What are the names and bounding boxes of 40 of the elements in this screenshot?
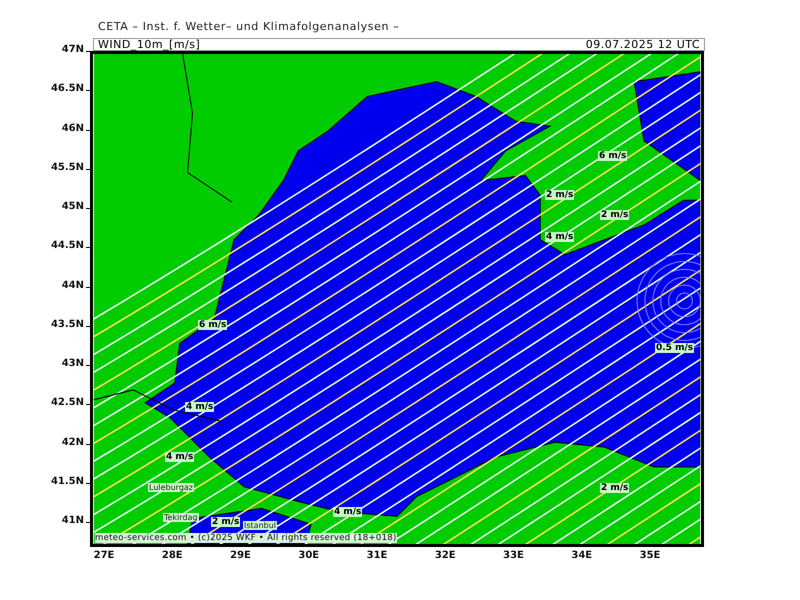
contour-label: 0.5 m/s xyxy=(655,343,694,353)
contour-label: 4 m/s xyxy=(165,452,194,462)
contour-label: 6 m/s xyxy=(598,151,628,161)
longitude-label: 35E xyxy=(640,550,660,561)
city-label: Luleburgaz xyxy=(148,483,194,492)
latitude-label: 45.5N xyxy=(50,162,84,173)
city-label: Tekirdag xyxy=(163,513,199,522)
contour-label: 4 m/s xyxy=(185,402,214,412)
latitude-label: 46N xyxy=(62,122,84,134)
longitude-label: 30E xyxy=(298,550,320,561)
contour-label: 4 m/s xyxy=(333,507,362,517)
latitude-label: 43.5N xyxy=(50,318,84,330)
city-label: Istanbul xyxy=(243,521,278,530)
longitude-label: 29E xyxy=(230,550,251,561)
contour-label: 2 m/s xyxy=(545,190,574,200)
longitude-label: 27E xyxy=(94,550,114,561)
longitude-label: 31E xyxy=(366,550,388,561)
latitude-label: 41N xyxy=(62,515,84,526)
latitude-label: 42N xyxy=(62,436,84,448)
longitude-label: 28E xyxy=(162,550,183,561)
longitude-label: 33E xyxy=(503,550,524,561)
latitude-label: 46.5N xyxy=(50,83,84,94)
chart-title: CETA – Inst. f. Wetter– und Klimafolgenanalysen – xyxy=(98,20,400,35)
latitude-label: 41.5N xyxy=(50,476,84,487)
contour-label: 2 m/s xyxy=(600,210,630,220)
valid-time: 09.07.2025 12 UTC xyxy=(586,39,700,50)
latitude-label: 44N xyxy=(62,280,84,290)
latitude-label: 43N xyxy=(62,358,84,369)
latitude-label: 42.5N xyxy=(50,397,84,408)
latitude-label: 45N xyxy=(62,201,84,212)
longitude-label: 32E xyxy=(434,550,456,561)
latitude-label: 47N xyxy=(62,44,84,55)
contour-label: 4 m/s xyxy=(545,232,574,242)
contour-label: 2 m/s xyxy=(600,483,630,493)
copyright-note: meteo-services.com • (c)2025 WKF • All rights reserved (18+018) xyxy=(95,533,397,543)
variable-label: WIND_10m_[m/s] xyxy=(98,39,200,50)
contour-label: 6 m/s xyxy=(198,320,228,330)
latitude-label: 44.5N xyxy=(50,240,84,252)
contour-label: 2 m/s xyxy=(211,517,240,527)
longitude-label: 34E xyxy=(571,550,592,561)
